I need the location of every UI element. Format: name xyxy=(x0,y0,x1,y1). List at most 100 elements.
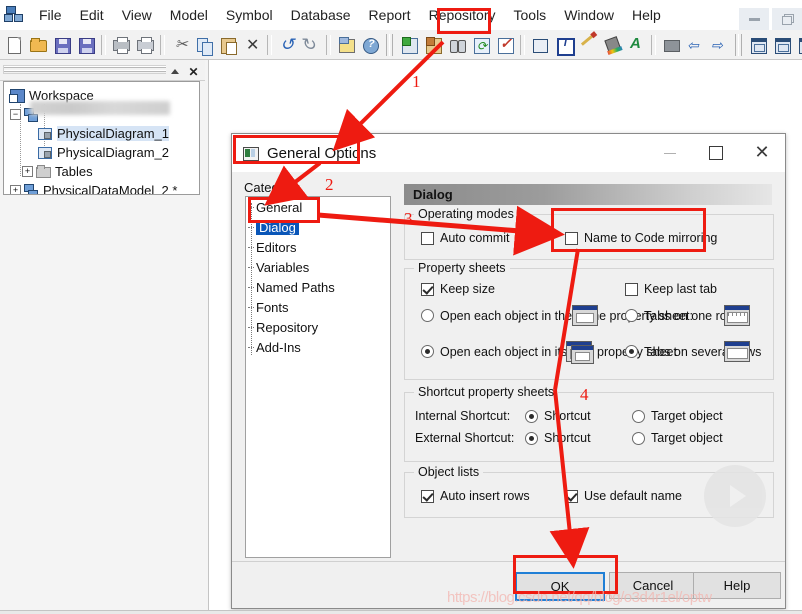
next-icon[interactable]: ⇨ xyxy=(708,34,730,56)
checkbox-keep-last-tab[interactable]: Keep last tab xyxy=(625,282,717,296)
open-folder-icon[interactable] xyxy=(27,34,49,56)
tree-item-physicaldiagram-1[interactable]: PhysicalDiagram_1 xyxy=(8,124,199,143)
radio-button[interactable] xyxy=(632,431,645,445)
new-icon[interactable] xyxy=(3,34,25,56)
check-model-icon[interactable] xyxy=(494,34,516,56)
paste-icon[interactable] xyxy=(217,34,239,56)
radio-button[interactable] xyxy=(625,309,638,322)
category-item-add-ins[interactable]: Add-Ins xyxy=(246,337,390,357)
refresh-icon[interactable]: ⟳ xyxy=(470,34,492,56)
delete-icon[interactable]: ✕ xyxy=(241,34,263,56)
category-item-variables[interactable]: Variables xyxy=(246,257,390,277)
pencil-icon[interactable] xyxy=(577,32,599,56)
menu-item-model[interactable]: Model xyxy=(161,4,217,26)
radio-open-same-property-sheet[interactable]: Open each object in the same property sh… xyxy=(421,305,693,326)
panel-close-button[interactable]: ✕ xyxy=(185,63,202,80)
radio-button[interactable] xyxy=(421,345,434,358)
list1-icon[interactable] xyxy=(795,34,802,56)
symbol-icon[interactable] xyxy=(529,34,551,56)
tree-item-physicaldatamodel-2[interactable]: + PhysicalDataModel_2 * xyxy=(8,181,199,194)
menu-item-edit[interactable]: Edit xyxy=(71,4,113,26)
redo-icon[interactable]: ↺ xyxy=(300,34,322,56)
new-model-icon[interactable] xyxy=(398,34,420,56)
help-globe-icon[interactable] xyxy=(359,34,381,56)
undo-icon[interactable]: ↺ xyxy=(276,34,298,56)
save-all-icon[interactable] xyxy=(75,34,97,56)
menu-item-tools[interactable]: Tools xyxy=(505,4,556,26)
row-internal-shortcut: Internal Shortcut: Shortcut Target objec… xyxy=(415,409,723,423)
panel-grip[interactable] xyxy=(3,65,175,74)
radio-label: Shortcut xyxy=(544,409,591,423)
checkbox-box[interactable] xyxy=(565,231,578,245)
workspace-icon xyxy=(9,89,25,103)
radio-button[interactable] xyxy=(421,309,434,322)
tree-expander-plus[interactable]: + xyxy=(22,166,33,177)
radio-tabs-one-row[interactable]: Tabs on one row xyxy=(625,305,750,326)
category-item-label: Editors xyxy=(256,239,297,255)
tree-item-physicaldiagram-2[interactable]: PhysicalDiagram_2 xyxy=(8,143,199,162)
tree-expander-plus[interactable]: + xyxy=(10,185,21,194)
group-legend: Object lists xyxy=(414,465,484,479)
category-item-fonts[interactable]: Fonts xyxy=(246,297,390,317)
new-package-icon[interactable] xyxy=(422,34,444,56)
menu-item-database[interactable]: Database xyxy=(282,4,360,26)
checkbox-use-default-name[interactable]: Use default name xyxy=(565,489,682,503)
save-icon[interactable] xyxy=(51,34,73,56)
find-icon[interactable] xyxy=(446,34,468,56)
print-icon[interactable] xyxy=(134,34,156,56)
category-item-repository[interactable]: Repository xyxy=(246,317,390,337)
radio-button[interactable] xyxy=(525,409,538,423)
menu-item-help[interactable]: Help xyxy=(623,4,670,26)
menu-item-repository[interactable]: Repository xyxy=(420,4,505,26)
minimize-button[interactable] xyxy=(739,8,769,30)
checkbox-box[interactable] xyxy=(421,282,434,296)
object-browser-tree[interactable]: Workspace − PhysicalDiagram_1 PhysicalDi… xyxy=(3,81,200,195)
radio-tabs-several-rows[interactable]: Tabs on several rows xyxy=(625,341,761,362)
checkbox-auto-commit[interactable]: Auto commit xyxy=(421,231,509,245)
category-item-general[interactable]: General xyxy=(246,197,390,217)
menu-item-view[interactable]: View xyxy=(113,4,161,26)
font-color-icon[interactable]: A xyxy=(625,34,647,56)
menu-item-symbol[interactable]: Symbol xyxy=(217,4,282,26)
category-item-editors[interactable]: Editors xyxy=(246,237,390,257)
menu-item-window[interactable]: Window xyxy=(555,4,623,26)
dialog-minimize-button[interactable] xyxy=(647,134,693,172)
checkbox-name-to-code-mirroring[interactable]: Name to Code mirroring xyxy=(565,231,717,245)
checkbox-box[interactable] xyxy=(421,231,434,245)
category-item-dialog[interactable]: Dialog xyxy=(246,217,390,237)
fill-color-icon[interactable] xyxy=(601,34,623,56)
panel-collapse-button[interactable] xyxy=(166,63,183,80)
prev-icon[interactable]: ⇦ xyxy=(684,34,706,56)
menu-item-file[interactable]: File xyxy=(30,4,71,26)
checkbox-label: Keep last tab xyxy=(644,282,717,296)
print-preview-icon[interactable] xyxy=(110,34,132,56)
checkbox-box[interactable] xyxy=(625,282,638,296)
text-symbol-icon[interactable] xyxy=(553,34,575,56)
copy-icon[interactable] xyxy=(193,34,215,56)
checkbox-box[interactable] xyxy=(421,489,434,503)
checkbox-keep-size[interactable]: Keep size xyxy=(421,282,495,296)
menu-item-report[interactable]: Report xyxy=(360,4,420,26)
dialog-maximize-button[interactable] xyxy=(693,134,739,172)
radio-button[interactable] xyxy=(625,345,638,358)
category-item-named-paths[interactable]: Named Paths xyxy=(246,277,390,297)
checkbox-auto-insert-rows[interactable]: Auto insert rows xyxy=(421,489,530,503)
group-property-sheets: Property sheets Keep size Keep last tab … xyxy=(404,261,774,380)
radio-button[interactable] xyxy=(525,431,538,445)
radio-open-own-property-sheet[interactable]: Open each object in its own property she… xyxy=(421,341,677,364)
cut-icon[interactable]: ✂ xyxy=(169,34,191,56)
dialog-close-button[interactable]: ✕ xyxy=(739,134,785,172)
report-icon[interactable] xyxy=(335,34,357,56)
tree-item-label: PhysicalDiagram_2 xyxy=(57,145,169,160)
tree-item-tables[interactable]: + Tables xyxy=(8,162,199,181)
diagram1-icon[interactable] xyxy=(747,34,769,56)
category-list[interactable]: General Dialog Editors Variables Named P… xyxy=(245,196,391,558)
gray-block-icon[interactable] xyxy=(660,34,682,56)
radio-label: Tabs on one row xyxy=(644,308,736,323)
checkbox-label: Name to Code mirroring xyxy=(584,231,718,245)
restore-button[interactable] xyxy=(772,8,802,30)
checkbox-box[interactable] xyxy=(565,489,578,503)
radio-button[interactable] xyxy=(632,409,645,423)
tree-expander-minus[interactable]: − xyxy=(10,109,21,120)
diagram2-icon[interactable] xyxy=(771,34,793,56)
